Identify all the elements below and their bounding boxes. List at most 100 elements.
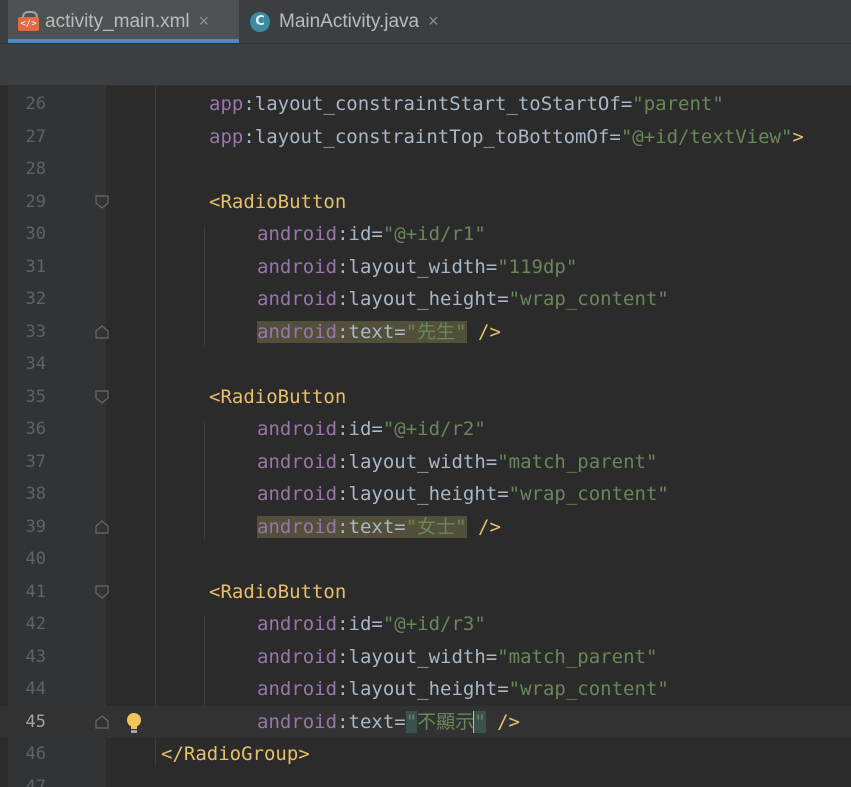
fold-open-icon[interactable] (95, 389, 109, 404)
quote-close: " (474, 710, 486, 733)
attribute: :id= (337, 613, 383, 635)
line-number: 45 (25, 711, 46, 732)
code-line: 40 (0, 543, 851, 576)
namespace: android (257, 223, 338, 245)
line-number: 29 (25, 191, 46, 212)
code-editor[interactable]: 26 app:layout_constraintStart_toStartOf=… (0, 86, 851, 787)
attribute-value: "wrap_content" (508, 678, 669, 700)
line-number: 38 (25, 484, 46, 504)
code-line: 32 android:layout_height="wrap_content" (0, 283, 851, 316)
code-line: 35 <RadioButton (0, 381, 851, 414)
line-number: 27 (25, 126, 46, 147)
code-line: 30 android:id="@+id/r1" (0, 218, 851, 251)
namespace: app (209, 125, 244, 148)
xml-file-icon: </> (18, 10, 39, 33)
attribute-value: 不顯示 (417, 710, 475, 733)
code-line: 43 android:layout_width="match_parent" (0, 641, 851, 674)
line-number: 32 (25, 289, 46, 309)
attribute: :layout_width= (337, 450, 498, 473)
namespace: app (209, 93, 244, 115)
line-number: 41 (25, 581, 46, 602)
namespace: android (257, 678, 338, 700)
attribute: :text= (337, 710, 406, 733)
attribute-value: "@+id/r2" (382, 418, 486, 440)
fold-close-icon[interactable] (95, 714, 109, 729)
close-icon[interactable]: × (199, 11, 210, 32)
attribute-value: "先生" (405, 320, 467, 343)
line-number: 26 (25, 94, 46, 114)
tab-activity-main-xml[interactable]: </> activity_main.xml × (8, 0, 239, 43)
code-line: 31 android:layout_width="119dp" (0, 251, 851, 284)
attribute-value: "@+id/r1" (382, 223, 486, 245)
tab-mainactivity-java[interactable]: C MainActivity.java × (250, 0, 465, 43)
close-icon[interactable]: × (428, 11, 439, 32)
code-line: 39 android:text="女士" /> (0, 511, 851, 544)
attribute: :layout_constraintTop_toBottomOf= (243, 125, 621, 148)
attribute: :layout_height= (337, 288, 509, 310)
attribute: :text= (337, 515, 406, 538)
code-line: 34 (0, 348, 851, 381)
xml-tag: </RadioGroup> (161, 743, 310, 765)
code-line: 46 </RadioGroup> (0, 738, 851, 771)
line-number: 35 (25, 386, 46, 407)
attribute: :id= (337, 418, 383, 440)
attribute-value: "match_parent" (497, 645, 658, 668)
code-line: 29 <RadioButton (0, 186, 851, 219)
line-number: 36 (25, 419, 46, 439)
line-number: 30 (25, 224, 46, 244)
attribute: :layout_width= (337, 255, 498, 278)
code-line-current: 45 android:text="不顯示" /> (0, 705, 851, 738)
quote-open: " (405, 710, 418, 733)
code-line: 47 (0, 771, 851, 787)
tag-end: /> (485, 710, 520, 733)
attribute: :layout_height= (337, 483, 509, 505)
xml-tag: <RadioButton (209, 190, 347, 213)
xml-tag: <RadioButton (209, 580, 347, 603)
fold-open-icon[interactable] (95, 194, 109, 209)
attribute-value: "wrap_content" (508, 288, 669, 310)
line-number: 33 (25, 321, 46, 342)
code-line: 44 android:layout_height="wrap_content" (0, 673, 851, 706)
attribute-value: "@+id/r3" (382, 613, 486, 635)
xml-tag: <RadioButton (209, 385, 347, 408)
tab-label: activity_main.xml (45, 10, 190, 32)
line-number: 31 (25, 256, 46, 277)
code-line: 38 android:layout_height="wrap_content" (0, 478, 851, 511)
code-line: 28 (0, 153, 851, 186)
namespace: android (257, 418, 338, 440)
code-line: 37 android:layout_width="match_parent" (0, 446, 851, 479)
line-number: 40 (25, 549, 46, 569)
line-number: 47 (25, 776, 46, 787)
code-line: 42 android:id="@+id/r3" (0, 608, 851, 641)
lightbulb-icon[interactable] (124, 711, 144, 735)
attribute: :text= (337, 320, 406, 343)
code-line: 33 android:text="先生" /> (0, 316, 851, 349)
namespace: android (257, 255, 338, 278)
attribute-value: "parent" (632, 93, 724, 115)
namespace: android (257, 515, 338, 538)
attribute-value: "119dp" (497, 255, 578, 278)
namespace: android (257, 645, 338, 668)
namespace: android (257, 710, 338, 733)
attribute-value: "@+id/textView" (620, 125, 793, 148)
namespace: android (257, 320, 338, 343)
java-class-icon: C (250, 11, 270, 32)
code-line: 26 app:layout_constraintStart_toStartOf=… (0, 88, 851, 121)
attribute-value: "wrap_content" (508, 483, 669, 505)
code-line: 36 android:id="@+id/r2" (0, 413, 851, 446)
line-number: 43 (25, 646, 46, 667)
attribute: :layout_constraintStart_toStartOf= (243, 93, 633, 115)
tag-end: > (792, 125, 804, 148)
editor-tab-bar: </> activity_main.xml × C MainActivity.j… (0, 0, 851, 44)
fold-close-icon[interactable] (95, 519, 109, 534)
namespace: android (257, 288, 338, 310)
line-number: 34 (25, 354, 46, 374)
line-number: 46 (25, 744, 46, 764)
attribute: :layout_height= (337, 678, 509, 700)
tab-label: MainActivity.java (279, 10, 420, 32)
tag-end: /> (466, 320, 501, 343)
fold-open-icon[interactable] (95, 584, 109, 599)
namespace: android (257, 483, 338, 505)
fold-close-icon[interactable] (95, 324, 109, 339)
line-number: 37 (25, 451, 46, 472)
